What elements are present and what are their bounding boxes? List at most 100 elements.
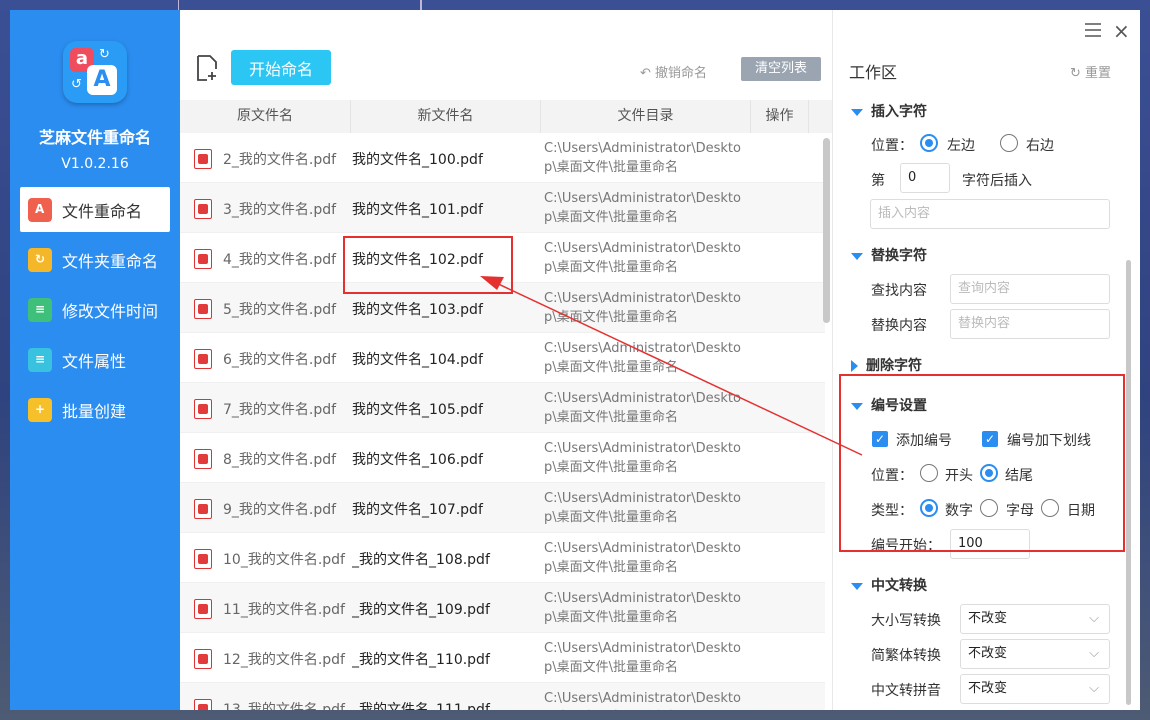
- replace-input[interactable]: 替换内容: [950, 309, 1110, 339]
- insert-left-radio[interactable]: [920, 134, 938, 152]
- table-row[interactable]: 7_我的文件名.pdf 我的文件名_105.pdf C:\Users\Adminis…: [180, 383, 825, 433]
- column-header-original[interactable]: 原文件名: [180, 100, 351, 133]
- original-filename: 12_我的文件名.pdf: [223, 652, 345, 668]
- table-row[interactable]: 2_我的文件名.pdf 我的文件名_100.pdf C:\Users\Adminis…: [180, 133, 825, 183]
- close-icon[interactable]: ×: [1113, 19, 1130, 43]
- main-area: 开始命名 ↶ 撤销命名 清空列表 原文件名 新文件名 文件目录 操作 2_我的文…: [180, 10, 832, 710]
- chevron-down-icon: ⌵: [1089, 611, 1099, 626]
- file-directory: C:\Users\Administrator\Desktop\桌面文件\批量重命…: [544, 191, 741, 225]
- batch-create-icon: +: [28, 397, 52, 422]
- start-rename-button[interactable]: 开始命名: [231, 50, 331, 85]
- section-insert-header[interactable]: 插入字符: [851, 101, 927, 121]
- pdf-icon: [194, 499, 212, 519]
- table-row[interactable]: 10_我的文件名.pdf _我的文件名_108.pdf C:\Users\Admin…: [180, 533, 825, 583]
- file-directory: C:\Users\Administrator\Desktop\桌面文件\批量重命…: [544, 141, 741, 175]
- table-row[interactable]: 6_我的文件名.pdf 我的文件名_104.pdf C:\Users\Adminis…: [180, 333, 825, 383]
- chevron-down-icon: ⌵: [1089, 681, 1099, 696]
- insert-nth-label: 第: [871, 173, 885, 189]
- file-attr-icon: ≡: [28, 347, 52, 372]
- file-directory: C:\Users\Administrator\Desktop\桌面文件\批量重命…: [544, 241, 741, 275]
- sidebar-item-folder-rename[interactable]: ↻ 文件夹重命名: [20, 237, 170, 282]
- sidebar-item-file-attr[interactable]: ≡ 文件属性: [20, 337, 170, 382]
- pdf-icon: [194, 349, 212, 369]
- case-convert-select[interactable]: 不改变 ⌵: [960, 604, 1110, 634]
- original-filename: 11_我的文件名.pdf: [223, 602, 345, 618]
- menu-icon[interactable]: [1085, 23, 1101, 37]
- table-row[interactable]: 11_我的文件名.pdf _我的文件名_109.pdf C:\Users\Admin…: [180, 583, 825, 633]
- table-row[interactable]: 3_我的文件名.pdf 我的文件名_101.pdf C:\Users\Adminis…: [180, 183, 825, 233]
- file-directory: C:\Users\Administrator\Desktop\桌面文件\批量重命…: [544, 491, 741, 525]
- new-filename: _我的文件名_108.pdf: [352, 552, 490, 568]
- new-filename: _我的文件名_110.pdf: [352, 652, 490, 668]
- pdf-icon: [194, 149, 212, 169]
- section-title: 插入字符: [871, 104, 927, 120]
- insert-nth-input[interactable]: 0: [900, 163, 950, 193]
- original-filename: 6_我的文件名.pdf: [223, 352, 337, 368]
- trad-convert-value: 不改变: [968, 646, 1008, 661]
- table-scrollbar[interactable]: [823, 138, 830, 323]
- section-delete-header[interactable]: 删除字符: [851, 355, 922, 375]
- pinyin-convert-label: 中文转拼音: [871, 683, 941, 699]
- reset-button[interactable]: ↻ 重置: [1070, 62, 1111, 81]
- clear-list-button[interactable]: 清空列表: [741, 57, 821, 81]
- insert-after-label: 字符后插入: [962, 173, 1032, 189]
- file-table-body: 2_我的文件名.pdf 我的文件名_100.pdf C:\Users\Adminis…: [180, 133, 825, 710]
- pdf-icon: [194, 199, 212, 219]
- sidebar-item-file-time[interactable]: ≡ 修改文件时间: [20, 287, 170, 332]
- sidebar-item-file-rename[interactable]: A 文件重命名: [20, 187, 170, 232]
- table-row[interactable]: 12_我的文件名.pdf _我的文件名_110.pdf C:\Users\Admin…: [180, 633, 825, 683]
- section-chinese-header[interactable]: 中文转换: [851, 575, 927, 595]
- original-filename: 5_我的文件名.pdf: [223, 302, 337, 318]
- pdf-icon: [194, 449, 212, 469]
- original-filename: 7_我的文件名.pdf: [223, 402, 337, 418]
- column-header-directory[interactable]: 文件目录: [541, 100, 751, 133]
- insert-right-label: 右边: [1026, 138, 1054, 154]
- pdf-icon: [194, 649, 212, 669]
- pdf-icon: [194, 599, 212, 619]
- new-filename: 我的文件名_101.pdf: [352, 202, 483, 218]
- panel-scrollbar[interactable]: [1126, 260, 1131, 705]
- sidebar-item-label: 文件夹重命名: [62, 251, 159, 271]
- original-filename: 4_我的文件名.pdf: [223, 252, 337, 268]
- pdf-icon: [194, 399, 212, 419]
- file-directory: C:\Users\Administrator\Desktop\桌面文件\批量重命…: [544, 691, 741, 706]
- expand-arrow-icon: [851, 582, 863, 590]
- table-row[interactable]: 13_我的文件名.pdf _我的文件名_111.pdf C:\Users\Admin…: [180, 683, 825, 710]
- insert-content-input[interactable]: 插入内容: [870, 199, 1110, 229]
- sidebar-item-label: 文件属性: [62, 351, 127, 371]
- case-convert-value: 不改变: [968, 611, 1008, 626]
- new-filename: 我的文件名_105.pdf: [352, 402, 483, 418]
- app-window: a A ↻ ↺ 芝麻文件重命名 V1.0.2.16 A 文件重命名 ↻ 文件夹重…: [10, 10, 1140, 710]
- column-header-new[interactable]: 新文件名: [351, 100, 541, 133]
- section-title: 删除字符: [866, 358, 922, 374]
- original-filename: 10_我的文件名.pdf: [223, 552, 345, 568]
- column-header-action[interactable]: 操作: [751, 100, 809, 133]
- pdf-icon: [194, 249, 212, 269]
- trad-convert-select[interactable]: 不改变 ⌵: [960, 639, 1110, 669]
- new-filename: 我的文件名_103.pdf: [352, 302, 483, 318]
- insert-right-radio[interactable]: [1000, 134, 1018, 152]
- sidebar-item-batch-create[interactable]: + 批量创建: [20, 387, 170, 432]
- undo-icon: ↶: [640, 66, 656, 81]
- file-time-icon: ≡: [28, 297, 52, 322]
- find-input[interactable]: 查询内容: [950, 274, 1110, 304]
- pdf-icon: [194, 299, 212, 319]
- toolbar: 开始命名 ↶ 撤销命名 清空列表: [180, 10, 832, 100]
- app-logo-icon: a A ↻ ↺: [63, 41, 127, 103]
- sidebar-item-label: 修改文件时间: [62, 301, 159, 321]
- workspace-panel: × 工作区 ↻ 重置 插入字符 位置： 左边 右边 第 0 字符后插入 插入内容…: [833, 10, 1140, 710]
- app-title: 芝麻文件重命名: [38, 128, 151, 147]
- table-row[interactable]: 8_我的文件名.pdf 我的文件名_106.pdf C:\Users\Adminis…: [180, 433, 825, 483]
- section-title: 替换字符: [871, 248, 927, 264]
- file-directory: C:\Users\Administrator\Desktop\桌面文件\批量重命…: [544, 641, 741, 675]
- table-row[interactable]: 9_我的文件名.pdf 我的文件名_107.pdf C:\Users\Adminis…: [180, 483, 825, 533]
- original-filename: 9_我的文件名.pdf: [223, 502, 337, 518]
- add-file-icon[interactable]: [196, 55, 218, 81]
- pinyin-convert-select[interactable]: 不改变 ⌵: [960, 674, 1110, 704]
- insert-position-label: 位置：: [871, 138, 913, 154]
- undo-rename-button[interactable]: ↶ 撤销命名: [640, 62, 707, 81]
- pdf-icon: [194, 699, 212, 710]
- sidebar-item-label: 批量创建: [62, 401, 127, 421]
- new-filename: 我的文件名_104.pdf: [352, 352, 483, 368]
- section-replace-header[interactable]: 替换字符: [851, 245, 927, 265]
